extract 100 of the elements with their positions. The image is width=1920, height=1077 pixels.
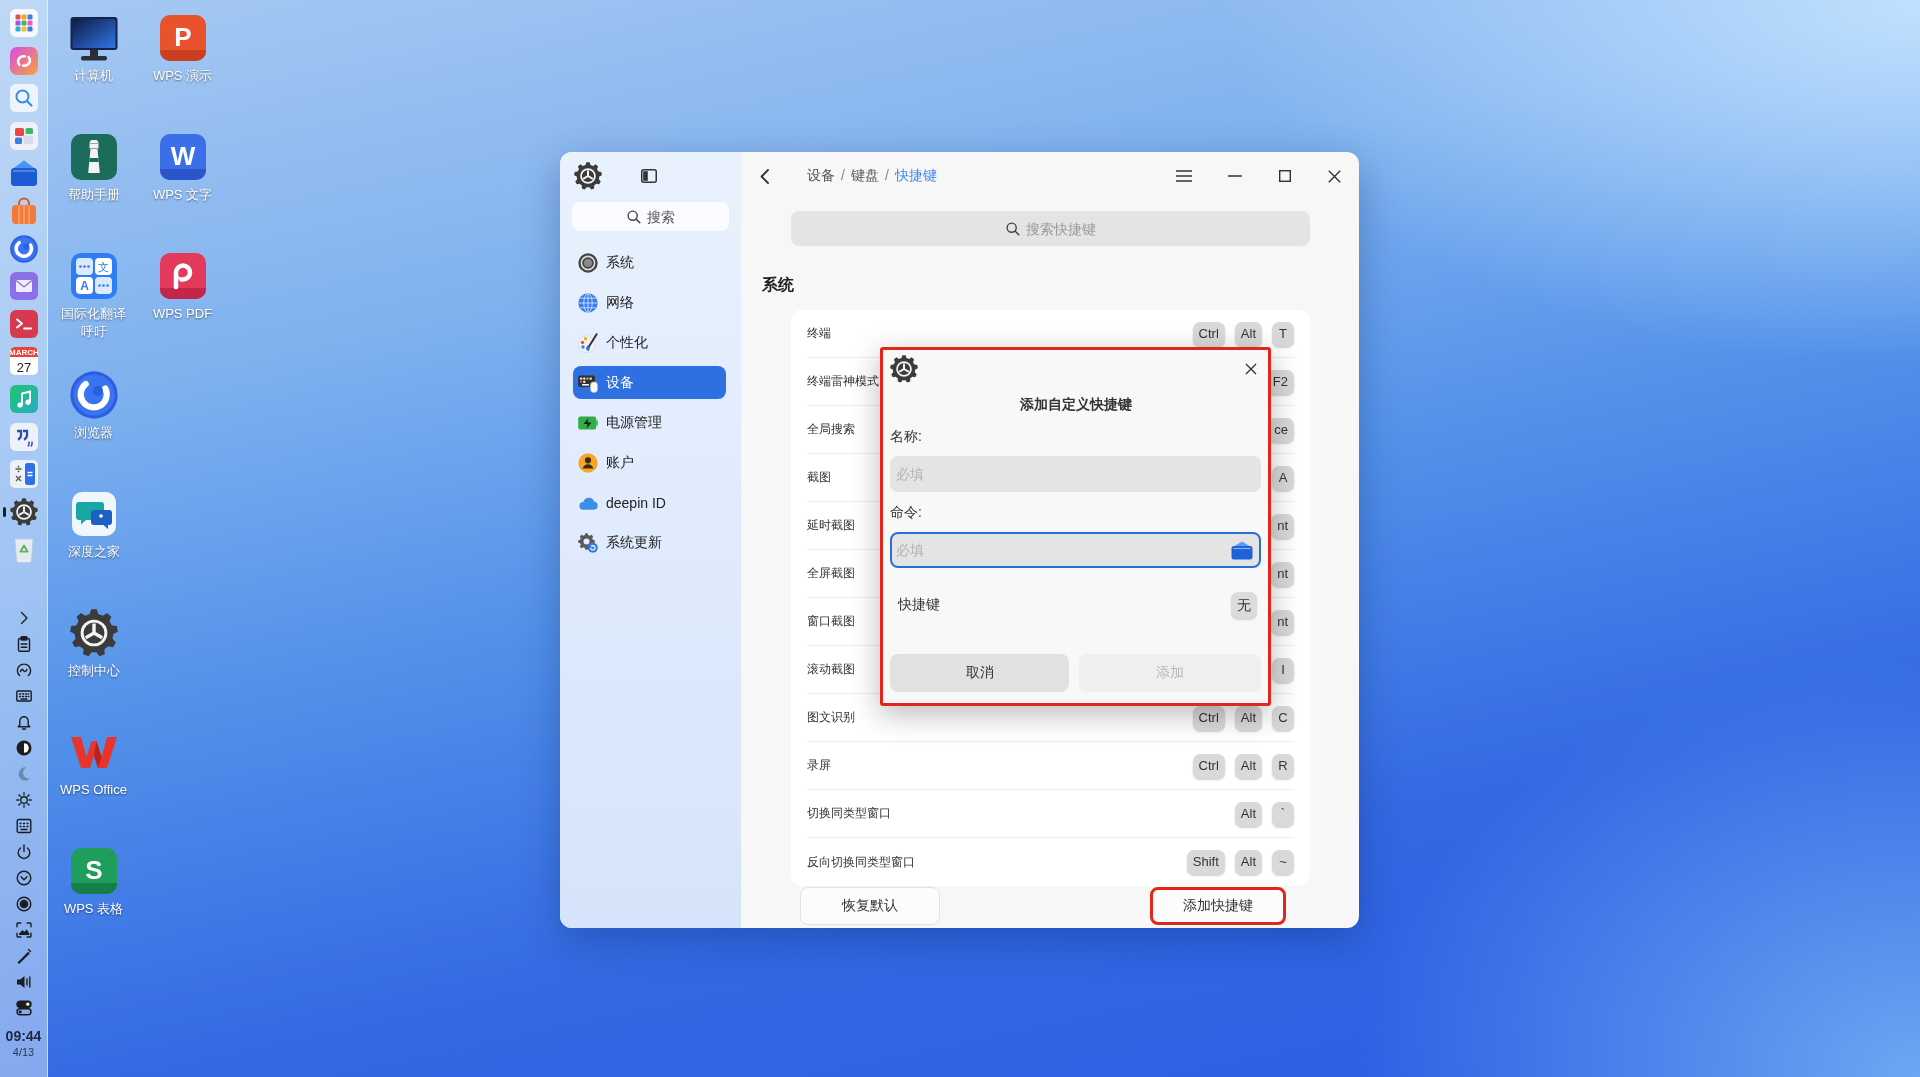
folder-icon[interactable] xyxy=(9,159,38,188)
presentation-app-icon[interactable]: P xyxy=(158,14,207,62)
field-label: 名称: xyxy=(890,427,923,446)
translate-icon[interactable]: 文 A xyxy=(69,252,118,300)
keycap: Ctrl xyxy=(1192,753,1225,778)
search-icon xyxy=(1005,221,1020,236)
clock-time: 09:44 xyxy=(5,1027,42,1045)
globe-icon xyxy=(578,292,598,313)
calendar-icon[interactable]: MARCH 27 xyxy=(9,347,38,376)
desktop-icon-label[interactable]: 深度之家 xyxy=(67,543,120,561)
keycap: Alt xyxy=(1234,801,1262,826)
sidebar-item[interactable]: 账户 xyxy=(573,446,726,479)
keyboard-icon[interactable] xyxy=(15,688,32,704)
user-icon xyxy=(578,452,598,473)
section-heading: 系统 xyxy=(761,275,795,295)
app-grid-icon[interactable] xyxy=(9,9,38,37)
desktop-icon-label[interactable]: WPS 表格 xyxy=(63,900,124,918)
shortcut-name: 终端雷神模式 xyxy=(807,373,879,390)
keycap: Ctrl xyxy=(1192,705,1225,730)
search-field[interactable]: 搜索快捷键 xyxy=(791,211,1310,246)
shortcut-name: 全局搜索 xyxy=(807,421,855,438)
search-field[interactable]: 搜索 xyxy=(572,202,729,231)
clipboard-icon[interactable] xyxy=(15,636,32,652)
speaker-icon[interactable] xyxy=(15,974,32,990)
gear-update-icon xyxy=(578,532,598,553)
cancel-button[interactable]: 取消 xyxy=(890,654,1069,692)
desktop-icon-label[interactable]: WPS Office xyxy=(60,781,127,799)
power-icon[interactable] xyxy=(15,844,32,860)
breadcrumb-link[interactable]: 快捷键 xyxy=(894,167,937,185)
settings-icon[interactable] xyxy=(69,609,118,657)
record-icon[interactable] xyxy=(15,896,32,912)
close-icon[interactable] xyxy=(1328,169,1341,183)
palette-icon xyxy=(578,332,598,353)
keycap: nt xyxy=(1271,561,1294,586)
keycap: Alt xyxy=(1234,753,1262,778)
add-shortcut-button[interactable]: 添加快捷键 xyxy=(1150,887,1286,925)
shortcut-name: 全屏截图 xyxy=(807,565,855,582)
sidebar-toggle-icon[interactable] xyxy=(641,169,657,183)
keycap: C xyxy=(1272,705,1294,730)
chevron-down-circle-icon[interactable] xyxy=(15,870,32,886)
keycap: nt xyxy=(1271,513,1294,538)
sidebar-item[interactable]: 电源管理 xyxy=(573,406,726,439)
shopping-bag-icon[interactable] xyxy=(9,196,38,225)
sidebar-item[interactable]: 系统 xyxy=(573,246,726,279)
shortcut-name: 窗口截图 xyxy=(807,613,855,630)
shortcut-name: 终端 xyxy=(807,325,831,342)
keyboard-icon[interactable] xyxy=(15,818,32,834)
folder-icon[interactable] xyxy=(1231,541,1253,560)
keycap: T xyxy=(1272,321,1294,346)
menu-icon[interactable] xyxy=(1176,170,1192,182)
clock-date: 4/13 xyxy=(12,1045,35,1060)
maximize-icon[interactable] xyxy=(1279,170,1291,182)
sidebar-item[interactable]: 网络 xyxy=(573,286,726,319)
breadcrumb-separator: / xyxy=(884,167,889,185)
settings-icon[interactable] xyxy=(9,497,38,526)
lighthouse-icon[interactable] xyxy=(69,133,118,181)
swirl-circle-icon[interactable] xyxy=(69,371,118,419)
shortcut-name: 图文识别 xyxy=(807,709,855,726)
breadcrumb-separator: / xyxy=(841,167,845,185)
sidebar-item[interactable]: deepin ID xyxy=(573,486,726,519)
keycap: ~ xyxy=(1272,850,1294,874)
back-icon[interactable] xyxy=(760,168,769,184)
breadcrumb-link[interactable]: 设备 xyxy=(807,167,835,185)
bell-icon[interactable] xyxy=(15,714,32,730)
swirl-circle-icon[interactable] xyxy=(9,234,38,263)
keycap: Ctrl xyxy=(1192,321,1225,346)
field-label: 快捷键 xyxy=(898,596,940,614)
gear-icon xyxy=(890,355,918,383)
chat-bubbles-icon[interactable] xyxy=(69,490,118,538)
shortcut-name: 延时截图 xyxy=(807,517,855,534)
shortcut-name: 切换同类型窗口 xyxy=(807,805,891,822)
shortcut-keycap[interactable]: 无 xyxy=(1231,592,1257,618)
sidebar-item[interactable]: 系统更新 xyxy=(573,526,726,559)
monitor-icon[interactable] xyxy=(69,14,118,62)
desktop-icon-label[interactable]: 浏览器 xyxy=(74,424,113,442)
spreadsheet-app-icon[interactable]: S xyxy=(69,847,118,895)
search-icon[interactable] xyxy=(9,84,38,113)
pdf-app-icon[interactable] xyxy=(158,252,207,300)
keycap: I xyxy=(1272,657,1294,682)
envelope-icon[interactable] xyxy=(9,272,38,301)
calculator-icon[interactable] xyxy=(9,460,38,489)
keycap: A xyxy=(1272,465,1294,490)
sidebar-item[interactable]: 个性化 xyxy=(573,326,726,359)
breadcrumb-link[interactable]: 键盘 xyxy=(850,167,879,185)
sidebar-item[interactable]: 设备 xyxy=(573,366,726,399)
toggle-icon[interactable] xyxy=(15,1000,32,1016)
contrast-icon[interactable] xyxy=(15,740,32,756)
system-icon xyxy=(578,252,598,273)
sun-icon[interactable] xyxy=(15,792,32,808)
field-label: 命令: xyxy=(890,503,923,522)
keycap: nt xyxy=(1271,609,1294,634)
screenshot-icon[interactable] xyxy=(15,922,32,938)
desktop-icon-label[interactable]: 控制中心 xyxy=(67,662,120,680)
gauge-icon[interactable] xyxy=(15,662,32,678)
close-icon[interactable] xyxy=(1245,363,1257,375)
search-icon xyxy=(626,209,641,224)
pen-icon[interactable] xyxy=(15,948,32,964)
shortcut-name: 截图 xyxy=(807,469,831,486)
reset-button[interactable]: 恢复默认 xyxy=(800,887,940,925)
document-app-icon[interactable]: W xyxy=(158,133,207,181)
